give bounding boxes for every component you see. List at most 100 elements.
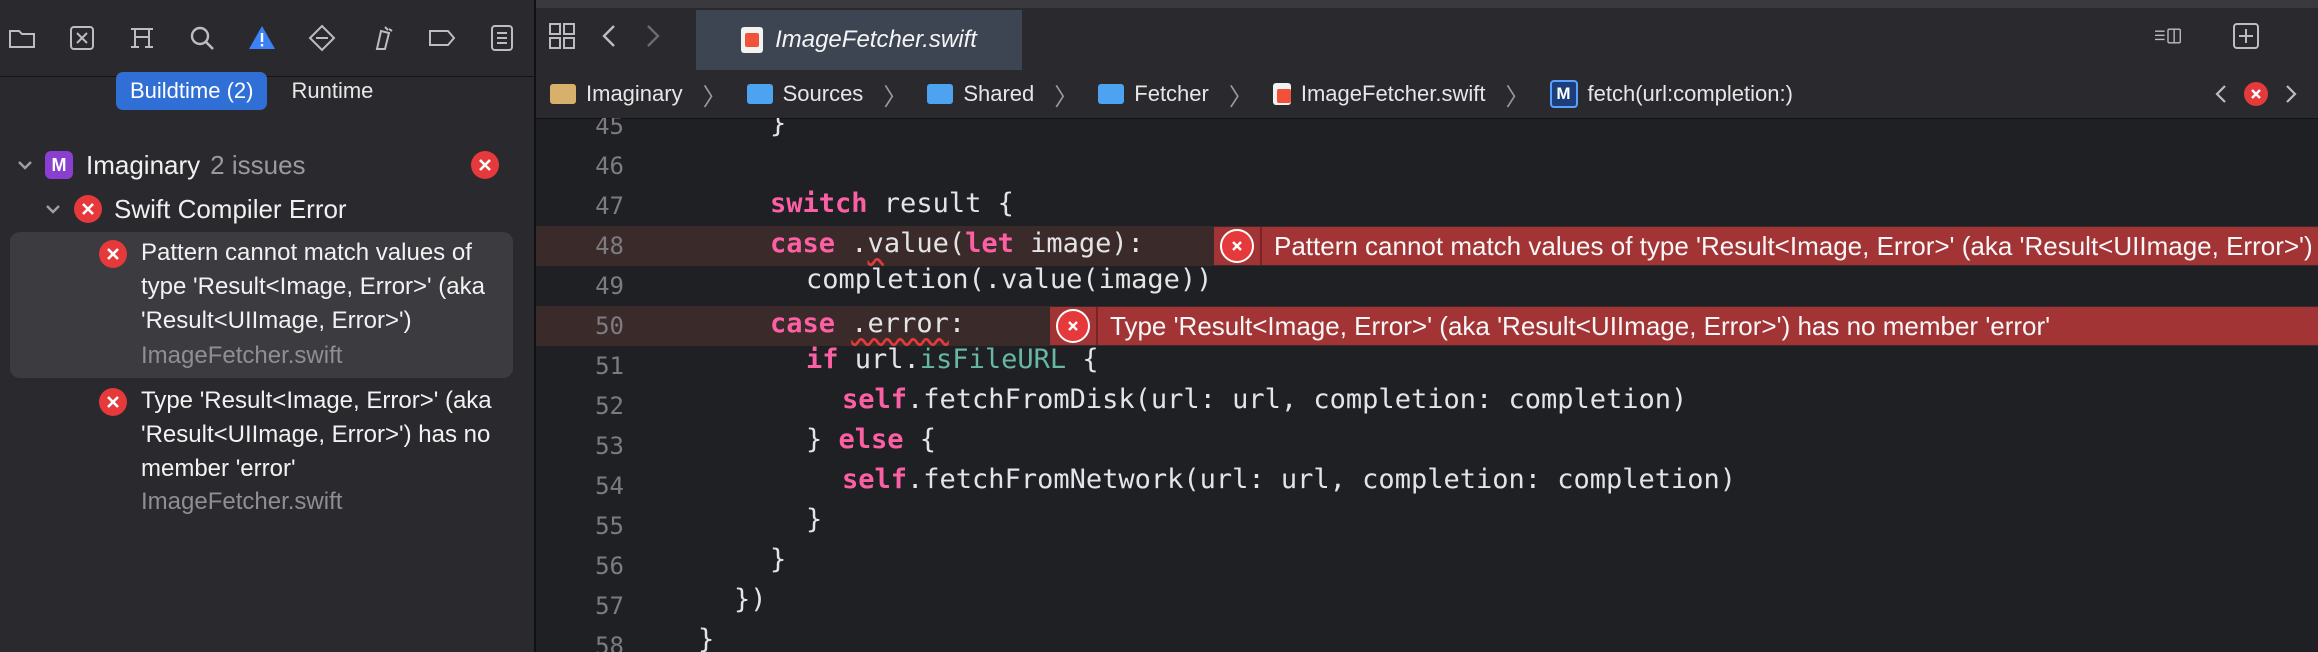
code-text: } else { [806,424,937,455]
swift-file-icon [741,27,764,53]
project-name: Imaginary [86,150,201,180]
issue-item-pattern-mismatch[interactable]: Pattern cannot match values of type 'Res… [10,232,513,378]
breadcrumb-item-fetcher[interactable]: Fetcher [1134,81,1209,107]
line-number: 56 [595,552,624,580]
back-arrow-icon[interactable] [594,20,626,52]
breadcrumb-separator-icon: 〉 [1505,83,1530,111]
code-line: 47 switch result { [536,186,2318,226]
folder-icon [746,84,773,104]
report-icon[interactable] [486,22,518,54]
add-editor-icon[interactable] [2230,20,2262,52]
error-icon[interactable] [2244,82,2268,106]
error-icon[interactable] [1214,227,1262,265]
issue-file: ImageFetcher.swift [141,488,343,515]
code-text: completion(.value(image)) [806,264,1213,295]
test-icon[interactable] [306,22,338,54]
issue-message: Pattern cannot match values of type 'Res… [141,239,485,334]
line-number: 47 [595,192,624,220]
code-line: 53 } else { [536,424,2318,466]
line-number: 48 [595,232,624,260]
code-text: } [698,624,715,652]
error-icon [99,388,127,416]
line-number: 58 [595,632,624,652]
breadcrumb-item-method[interactable]: fetch(url:completion:) [1588,81,1793,107]
breadcrumb-item-sources[interactable]: Sources [783,81,864,107]
line-number: 57 [595,592,624,620]
project-folder-icon [550,84,576,104]
project-icon: M [45,151,73,179]
runtime-tab[interactable]: Runtime [277,72,387,110]
code-line: 49 completion(.value(image)) [536,264,2318,306]
method-icon: M [1549,80,1578,108]
folder-icon[interactable] [6,22,38,54]
project-issue-row[interactable]: M Imaginary 2 issues [0,148,534,184]
issue-count: 2 issues [210,150,306,180]
inline-error-banner[interactable]: Type 'Result<Image, Error>' (aka 'Result… [1050,307,2318,345]
next-issue-icon[interactable] [2282,83,2300,105]
issue-icon[interactable] [246,22,278,54]
issue-navigator: Buildtime (2) Runtime M Imaginary 2 issue… [0,0,536,652]
error-icon [74,195,102,223]
chevron-down-icon[interactable] [14,154,36,176]
breadcrumb-separator-icon: 〉 [702,83,727,111]
code-text: } [770,544,787,575]
breadcrumb-item-project[interactable]: Imaginary [586,81,683,107]
previous-issue-icon[interactable] [2212,83,2230,105]
source-editor: ImageFetcher.swift Imaginary 〉 Sources 〉… [536,0,2318,652]
jump-bar: Imaginary 〉 Sources 〉 Shared 〉 Fetcher 〉… [536,70,2318,119]
breadcrumb-item-file[interactable]: ImageFetcher.swift [1301,81,1486,107]
forward-arrow-icon[interactable] [636,20,668,52]
code-line-error: 50 case .error: Type 'Result<Image, Erro… [536,306,2318,346]
breadcrumb-separator-icon: 〉 [883,83,908,111]
line-number: 45 [595,118,624,140]
search-icon[interactable] [186,22,218,54]
code-line: 51 if url.isFileURL { [536,344,2318,386]
folder-icon [927,84,954,104]
inline-error-message: Type 'Result<Image, Error>' (aka 'Result… [1110,310,2051,341]
code-text: self.fetchFromDisk(url: url, completion:… [842,384,1688,415]
line-number: 55 [595,512,624,540]
error-icon [99,240,127,268]
code-text: } [770,118,787,139]
file-tab[interactable]: ImageFetcher.swift [696,10,1022,70]
code-text: if url.isFileURL { [806,344,1099,375]
issue-stepper [2212,82,2300,106]
code-line: 46 [536,146,2318,186]
line-number: 49 [595,272,624,300]
code-text: }) [734,584,767,615]
code-text: case .error: [770,308,966,339]
code-text: switch result { [770,188,1014,219]
editor-options-icon[interactable] [2146,20,2190,52]
folder-icon [1098,84,1125,104]
code-line: 54 self.fetchFromNetwork(url: url, compl… [536,464,2318,506]
source-control-icon[interactable] [66,22,98,54]
line-number: 46 [595,152,624,180]
issue-scope-segmented-control: Buildtime (2) Runtime [116,72,387,112]
issue-item-no-member[interactable]: Type 'Result<Image, Error>' (aka 'Result… [10,380,513,526]
breadcrumb-separator-icon: 〉 [1054,83,1079,111]
buildtime-tab[interactable]: Buildtime (2) [116,72,268,110]
group-title: Swift Compiler Error [114,194,347,224]
chevron-down-icon[interactable] [42,198,64,220]
breadcrumb-item-shared[interactable]: Shared [963,81,1034,107]
error-group-row[interactable]: Swift Compiler Error [0,192,534,228]
code-text: self.fetchFromNetwork(url: url, completi… [842,464,1737,495]
code-line: 45 } [536,118,2318,146]
code-text: } [806,504,823,535]
debug-icon[interactable] [366,22,398,54]
code-line: 52 self.fetchFromDisk(url: url, completi… [536,384,2318,426]
grid-icon[interactable] [546,20,578,52]
line-number: 51 [595,352,624,380]
error-icon[interactable] [1050,307,1098,345]
code-line: 58 } [536,624,2318,652]
line-number: 50 [595,312,624,340]
code-area[interactable]: 45 } 46 47 switch result { 48 case .valu… [536,118,2318,652]
inline-error-banner[interactable]: Pattern cannot match values of type 'Res… [1214,227,2318,265]
breadcrumb-separator-icon: 〉 [1228,83,1253,111]
symbol-icon[interactable] [126,22,158,54]
breakpoint-icon[interactable] [426,22,458,54]
tab-title: ImageFetcher.swift [775,26,977,53]
issue-message: Type 'Result<Image, Error>' (aka 'Result… [141,387,492,482]
swift-file-icon [1272,83,1291,105]
code-line: 57 }) [536,584,2318,626]
